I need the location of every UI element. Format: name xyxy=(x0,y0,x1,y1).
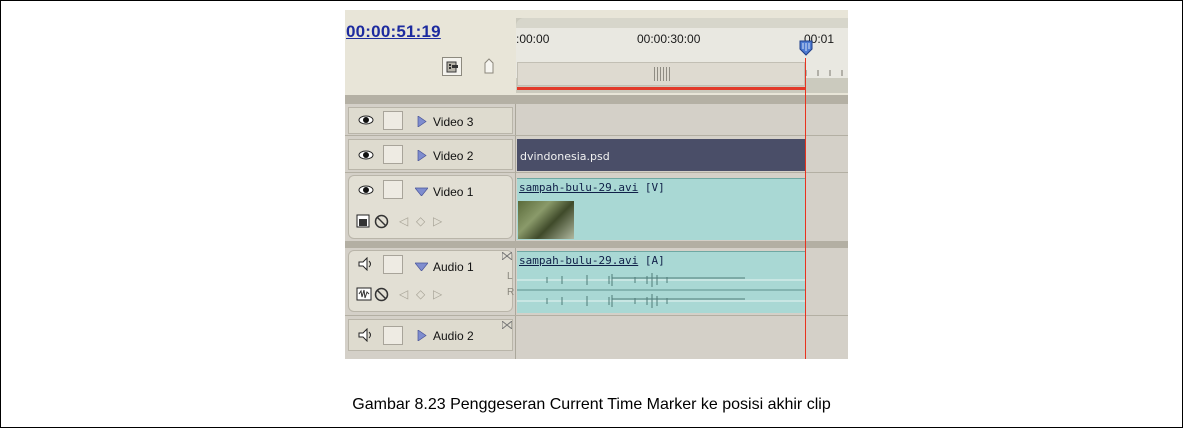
clip-audio1[interactable]: sampah-bulu-29.avi [A] xyxy=(517,251,806,313)
clip-name: dvindonesia.psd xyxy=(520,150,610,163)
ruler-label-start: :00:00 xyxy=(516,32,550,46)
track-name: Video 2 xyxy=(433,149,474,163)
keyframe-toggle-icon[interactable] xyxy=(374,287,389,302)
track-name: Video 3 xyxy=(433,115,474,129)
clip-tag: [V] xyxy=(644,181,665,194)
current-time-marker-line xyxy=(805,58,806,359)
collapse-arrow-icon[interactable] xyxy=(415,262,428,271)
marker-icon xyxy=(484,58,494,74)
divider xyxy=(345,95,848,104)
eye-icon[interactable] xyxy=(358,114,374,126)
row-sep-av xyxy=(345,241,848,248)
lock-toggle[interactable] xyxy=(383,180,403,199)
prev-keyframe-icon[interactable]: ◁ xyxy=(399,287,408,301)
lock-toggle[interactable] xyxy=(383,111,403,130)
clip-name: sampah-bulu-29.avi xyxy=(519,181,639,194)
column-divider xyxy=(515,104,516,359)
track-name: Video 1 xyxy=(433,185,474,199)
clip-tag: [A] xyxy=(644,254,665,267)
clip-title: sampah-bulu-29.avi [A] xyxy=(519,254,665,267)
sync-icon xyxy=(502,252,512,260)
snap-button[interactable] xyxy=(442,57,462,76)
track-name: Audio 1 xyxy=(433,260,474,274)
collapse-arrow-icon[interactable] xyxy=(415,187,428,196)
next-keyframe-icon[interactable]: ▷ xyxy=(433,214,442,228)
expand-arrow-icon[interactable] xyxy=(417,116,427,127)
expand-arrow-icon[interactable] xyxy=(417,330,427,341)
clip-title: sampah-bulu-29.avi [V] xyxy=(519,181,665,194)
track-header-audio2: Audio 2 xyxy=(348,319,513,351)
work-area-range[interactable] xyxy=(517,62,805,86)
channel-right: R xyxy=(507,287,515,298)
ruler-label-30s: 00:00:30:00 xyxy=(637,32,701,46)
display-style-icon[interactable] xyxy=(356,214,370,228)
add-keyframe-icon[interactable]: ◇ xyxy=(416,214,425,228)
row-sep xyxy=(345,172,848,173)
keyframe-toggle-icon[interactable] xyxy=(374,214,389,229)
track-header-video3: Video 3 xyxy=(348,107,513,134)
eye-icon[interactable] xyxy=(358,149,374,161)
track-header-video2: Video 2 xyxy=(348,139,513,170)
track-header-video1: Video 1 ◁ ◇ ▷ xyxy=(348,175,513,239)
track-header-audio1: Audio 1 ◁ ◇ ▷ xyxy=(348,250,513,312)
speaker-icon[interactable] xyxy=(358,257,374,271)
clip-video1[interactable]: sampah-bulu-29.avi [V] xyxy=(517,178,806,240)
lock-toggle[interactable] xyxy=(383,326,403,345)
row-sep xyxy=(345,135,848,136)
track-name: Audio 2 xyxy=(433,329,474,343)
sync-icon xyxy=(502,321,512,329)
waveform-display-icon[interactable] xyxy=(356,287,372,301)
current-timecode[interactable]: 00:00:51:19 xyxy=(346,22,441,42)
next-keyframe-icon[interactable]: ▷ xyxy=(433,287,442,301)
add-keyframe-icon[interactable]: ◇ xyxy=(416,287,425,301)
channel-left: L xyxy=(507,271,513,282)
clip-thumbnail xyxy=(518,201,574,239)
tracks-section: Video 3 Video 2 Video 1 ◁ ◇ ▷ Audio 1 ◁ … xyxy=(345,95,848,359)
speaker-icon[interactable] xyxy=(358,328,374,342)
eye-icon[interactable] xyxy=(358,184,374,196)
lock-toggle[interactable] xyxy=(383,255,403,274)
work-area-grip xyxy=(654,67,670,81)
clip-name: sampah-bulu-29.avi xyxy=(519,254,639,267)
expand-arrow-icon[interactable] xyxy=(417,150,427,161)
set-marker-button[interactable] xyxy=(482,57,496,76)
lock-toggle[interactable] xyxy=(383,145,403,164)
work-area-bar[interactable] xyxy=(517,87,806,90)
row-sep xyxy=(345,315,848,316)
snap-icon xyxy=(446,61,458,73)
figure-caption: Gambar 8.23 Penggeseran Current Time Mar… xyxy=(352,396,831,413)
audio-waveform xyxy=(517,273,806,308)
prev-keyframe-icon[interactable]: ◁ xyxy=(399,214,408,228)
clip-video2[interactable]: dvindonesia.psd xyxy=(517,139,806,171)
